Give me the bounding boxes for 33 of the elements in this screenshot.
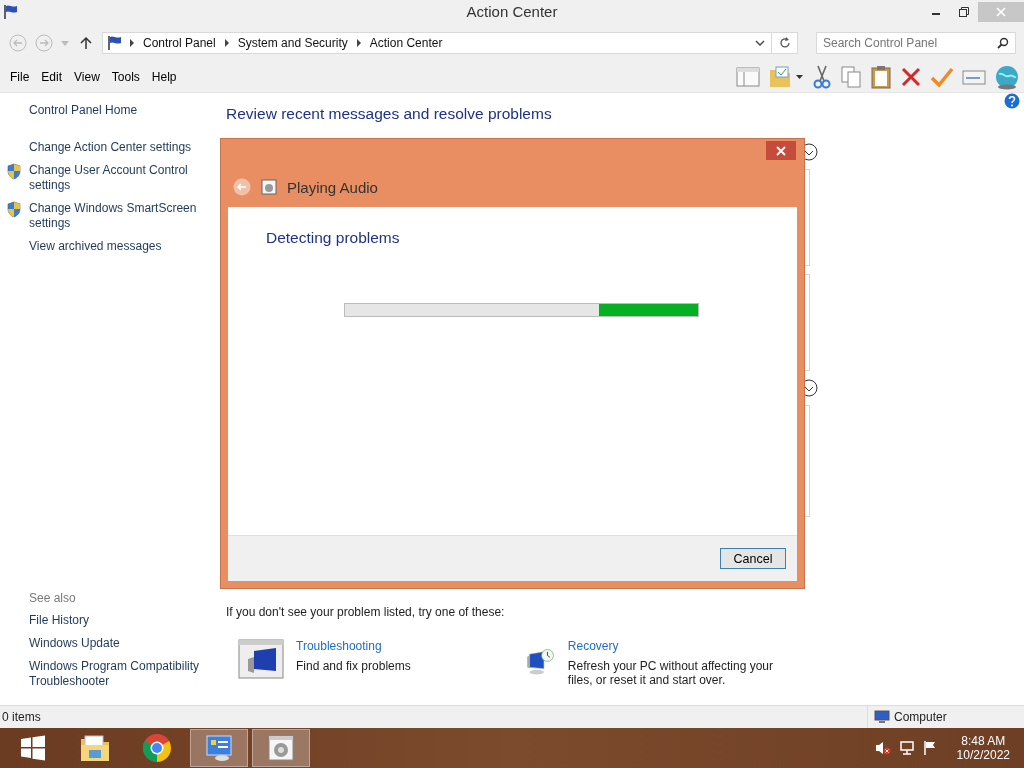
menu-item[interactable]: Help	[145, 70, 183, 84]
see-also-heading: See also	[29, 591, 77, 605]
option-link[interactable]: Troubleshooting	[296, 639, 411, 653]
see-also-link[interactable]: Windows Program Compatibility Troubleshooter	[29, 659, 220, 689]
option-description: Refresh your PC without affecting your files, or reset it and start over.	[567, 659, 775, 687]
sidebar-link[interactable]: Change Windows SmartScreen settings	[29, 201, 220, 231]
hint-text: If you don't see your problem listed, try one of these:	[226, 605, 506, 619]
clock-time[interactable]: 8:48 AM	[961, 734, 1006, 748]
status-text: 0 items	[2, 710, 41, 724]
menu-item[interactable]: View	[68, 70, 106, 84]
breadcrumb[interactable]: Action Center	[367, 36, 445, 50]
location-text: Computer	[894, 710, 947, 724]
search-field[interactable]: Search Control Panel	[816, 32, 1016, 54]
option-link[interactable]: Recovery	[567, 639, 786, 653]
window-title: Action Center	[466, 3, 558, 20]
option-description: Find and fix problems	[296, 659, 411, 673]
menu-item[interactable]: File	[4, 70, 36, 84]
control-panel-home-link[interactable]: Control Panel Home	[29, 103, 220, 118]
cancel-button[interactable]: Cancel	[720, 548, 786, 569]
sidebar-link[interactable]: Change User Account Control settings	[29, 163, 220, 193]
menu-item[interactable]: Tools	[105, 70, 146, 84]
breadcrumb[interactable]: Control Panel	[141, 36, 218, 50]
breadcrumb[interactable]: System and Security	[235, 36, 350, 50]
status-heading: Detecting problems	[266, 229, 401, 247]
menu-item[interactable]: Edit	[35, 70, 69, 84]
see-also-link[interactable]: File History	[29, 613, 220, 628]
dialog-title: Playing Audio	[287, 178, 378, 196]
page-heading: Review recent messages and resolve problems	[226, 105, 553, 123]
sidebar-link[interactable]: View archived messages	[29, 239, 162, 254]
address-bar[interactable]: Control Panel System and Security Action Center	[102, 32, 772, 54]
clock-date[interactable]: 10/2/2022	[956, 748, 1010, 762]
see-also-link[interactable]: Windows Update	[29, 636, 220, 651]
sidebar-link[interactable]: Change Action Center settings	[29, 140, 192, 155]
